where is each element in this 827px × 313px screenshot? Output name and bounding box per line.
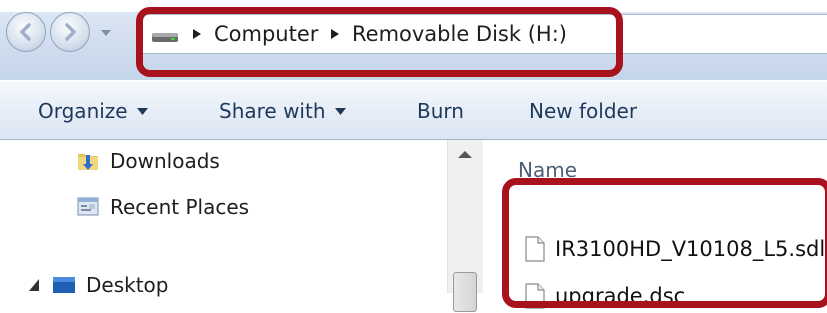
recent-pages-dropdown-icon[interactable]: [100, 28, 112, 38]
chevron-down-icon: [136, 107, 148, 115]
scrollbar-thumb[interactable]: [453, 272, 477, 312]
back-button[interactable]: [6, 12, 46, 52]
scroll-up-icon[interactable]: [457, 149, 473, 159]
forward-button[interactable]: [50, 12, 90, 52]
burn-button[interactable]: Burn: [417, 97, 464, 125]
organize-label: Organize: [38, 99, 128, 123]
highlight-box-files: [502, 178, 827, 308]
back-arrow-icon: [20, 23, 31, 41]
nav-item-label: Recent Places: [110, 195, 250, 219]
chevron-down-icon: [334, 107, 346, 115]
nav-item-label: Desktop: [86, 273, 169, 297]
command-toolbar: Organize Share with Burn New folder: [0, 80, 827, 140]
navigation-pane: Downloads Recent Places Desktop: [0, 140, 447, 297]
share-with-label: Share with: [219, 99, 326, 123]
nav-item-recent-places[interactable]: Recent Places: [76, 192, 249, 222]
share-with-button[interactable]: Share with: [219, 97, 346, 125]
nav-item-downloads[interactable]: Downloads: [76, 146, 220, 176]
new-folder-label: New folder: [529, 99, 638, 123]
desktop-icon: [53, 277, 75, 293]
forward-arrow-icon: [65, 23, 76, 41]
new-folder-button[interactable]: New folder: [529, 97, 637, 125]
nav-item-label: Downloads: [110, 149, 220, 173]
downloads-folder-icon: [78, 154, 98, 170]
expand-arrow-icon[interactable]: [28, 278, 40, 292]
nav-pane-scrollbar[interactable]: [447, 140, 483, 312]
highlight-box-address: [136, 7, 623, 77]
organize-button[interactable]: Organize: [38, 97, 148, 125]
recent-places-icon: [77, 197, 99, 216]
nav-item-desktop[interactable]: Desktop: [28, 270, 168, 300]
burn-label: Burn: [417, 99, 464, 123]
